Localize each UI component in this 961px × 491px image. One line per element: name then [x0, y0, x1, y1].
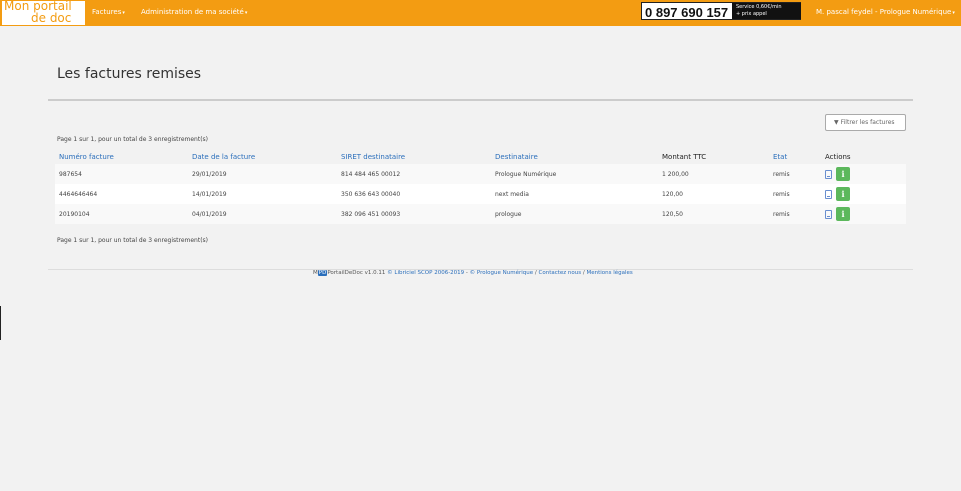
chevron-down-icon: ▾	[122, 10, 125, 16]
filter-icon: ▼	[834, 119, 839, 126]
column-header-date[interactable]: Date de la facture	[188, 149, 337, 164]
footer-link-prologue[interactable]: © Prologue Numérique	[470, 270, 533, 276]
footer-app-version: PortailDeDoc v1.0.11	[327, 270, 386, 276]
user-menu-label: M. pascal feydel - Prologue Numérique	[816, 8, 952, 16]
footer-link-mentions[interactable]: Mentions légales	[586, 270, 632, 276]
app-logo[interactable]: Mon portail de doc	[2, 0, 85, 25]
cell-montant: 120,00	[658, 184, 769, 204]
column-header-numero[interactable]: Numéro facture	[55, 149, 188, 164]
cell-etat: remis	[769, 184, 821, 204]
page-title: Les factures remises	[57, 66, 202, 82]
info-button[interactable]: i	[836, 207, 850, 221]
footer-link-libriciel[interactable]: © Libriciel SCOP 2006-2019	[387, 270, 464, 276]
cell-date: 29/01/2019	[188, 164, 337, 184]
footer: MPDPortailDeDoc v1.0.11 © Libriciel SCOP…	[313, 270, 633, 276]
table-row: 20190104 04/01/2019 382 096 451 00093 pr…	[55, 204, 906, 224]
column-header-montant: Montant TTC	[662, 152, 707, 161]
user-menu[interactable]: M. pascal feydel - Prologue Numérique▾	[816, 8, 955, 16]
top-navbar: Mon portail de doc Factures▾ Administrat…	[0, 0, 961, 26]
info-button[interactable]: i	[836, 167, 850, 181]
cell-actions: i	[821, 164, 906, 184]
cell-numero: 987654	[55, 164, 188, 184]
logo-line-2: de doc	[31, 11, 72, 25]
phone-service-line-1: Service 0,60€/min	[736, 4, 782, 10]
invoices-table: Numéro facture Date de la facture SIRET …	[55, 149, 906, 224]
pdf-download-icon[interactable]	[825, 189, 832, 199]
title-divider	[48, 99, 913, 101]
phone-number: 0 897 690 157	[645, 5, 729, 20]
cell-montant: 1 200,00	[658, 164, 769, 184]
cell-date: 14/01/2019	[188, 184, 337, 204]
cell-siret: 382 096 451 00093	[337, 204, 491, 224]
cell-siret: 350 636 643 00040	[337, 184, 491, 204]
footer-badge: PD	[317, 270, 328, 276]
menu-factures[interactable]: Factures▾	[92, 8, 125, 16]
column-header-destinataire[interactable]: Destinataire	[491, 149, 658, 164]
cell-siret: 814 484 465 00012	[337, 164, 491, 184]
footer-link-contact[interactable]: Contactez nous	[539, 270, 582, 276]
phone-service-info: Service 0,60€/min + prix appel	[732, 3, 801, 19]
column-header-etat[interactable]: Etat	[769, 149, 821, 164]
info-button[interactable]: i	[836, 187, 850, 201]
cell-destinataire: prologue	[491, 204, 658, 224]
filter-invoices-button[interactable]: ▼ Filtrer les factures	[825, 114, 906, 131]
cell-montant: 120,50	[658, 204, 769, 224]
cell-date: 04/01/2019	[188, 204, 337, 224]
menu-administration-label: Administration de ma société	[141, 8, 244, 16]
table-row: 4464646464 14/01/2019 350 636 643 00040 …	[55, 184, 906, 204]
cell-etat: remis	[769, 204, 821, 224]
cell-numero: 4464646464	[55, 184, 188, 204]
cell-destinataire: Prologue Numérique	[491, 164, 658, 184]
menu-factures-label: Factures	[92, 8, 122, 16]
cell-numero: 20190104	[55, 204, 188, 224]
pagination-info-top: Page 1 sur 1, pour un total de 3 enregis…	[57, 136, 209, 143]
filter-button-label: Filtrer les factures	[840, 119, 895, 126]
chevron-down-icon: ▾	[952, 10, 955, 16]
phone-service-line-2: + prix appel	[736, 11, 767, 17]
pagination-info-bottom: Page 1 sur 1, pour un total de 3 enregis…	[57, 237, 209, 244]
pdf-download-icon[interactable]	[825, 209, 832, 219]
window-edge	[0, 306, 1, 340]
table-row: 987654 29/01/2019 814 484 465 00012 Prol…	[55, 164, 906, 184]
cell-etat: remis	[769, 164, 821, 184]
chevron-down-icon: ▾	[244, 10, 248, 16]
pdf-download-icon[interactable]	[825, 169, 832, 179]
column-header-siret[interactable]: SIRET destinataire	[337, 149, 491, 164]
column-header-actions: Actions	[825, 152, 851, 161]
phone-banner: 0 897 690 157 Service 0,60€/min + prix a…	[641, 2, 801, 20]
cell-destinataire: next media	[491, 184, 658, 204]
cell-actions: i	[821, 184, 906, 204]
cell-actions: i	[821, 204, 906, 224]
menu-administration[interactable]: Administration de ma société▾	[141, 8, 247, 16]
